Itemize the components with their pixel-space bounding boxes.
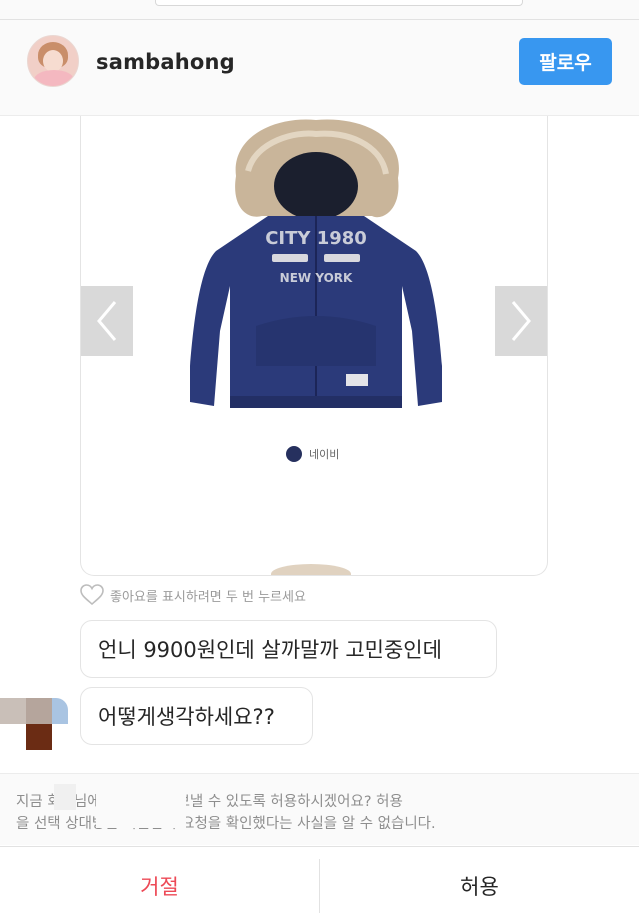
like-hint-text: 좋아요를 표시하려면 두 번 누르세요 <box>110 589 306 605</box>
chevron-left-icon <box>97 301 117 341</box>
allow-button[interactable]: 허용 <box>320 847 639 924</box>
sender-avatar[interactable] <box>0 698 68 750</box>
color-option: 네이비 <box>286 446 339 462</box>
previous-arrow[interactable] <box>81 286 133 356</box>
follow-button[interactable]: 팔로우 <box>519 38 612 85</box>
heart-icon[interactable] <box>80 584 104 606</box>
next-arrow[interactable] <box>495 286 547 356</box>
message-request-notice: 지금 회원님에게 메시지를 보낼 수 있도록 허용하시겠어요? 허용 을 선택 … <box>0 773 639 845</box>
redacted-name <box>54 784 76 810</box>
next-image-preview <box>271 564 351 575</box>
product-image: CITY 1980 NEW YORK <box>190 119 442 408</box>
redacted-name <box>96 790 186 828</box>
svg-text:NEW YORK: NEW YORK <box>280 271 353 285</box>
shared-post[interactable]: CITY 1980 NEW YORK 네이비 <box>80 116 548 576</box>
svg-text:CITY 1980: CITY 1980 <box>265 228 367 249</box>
avatar[interactable] <box>27 35 79 87</box>
request-actions: 거절 허용 <box>0 846 639 924</box>
message-bubble[interactable]: 언니 9900원인데 살까말까 고민중인데 <box>80 620 497 678</box>
color-label: 네이비 <box>309 448 340 461</box>
username[interactable]: sambahong <box>96 50 235 74</box>
color-dot <box>286 446 302 462</box>
profile-header: sambahong 팔로우 <box>0 20 639 116</box>
top-bar <box>0 0 639 20</box>
decline-button[interactable]: 거절 <box>0 847 319 924</box>
search-field[interactable] <box>155 0 523 6</box>
message-bubble[interactable]: 어떻게생각하세요?? <box>80 687 313 745</box>
chevron-right-icon <box>511 301 531 341</box>
like-hint: 좋아요를 표시하려면 두 번 누르세요 <box>80 584 306 606</box>
